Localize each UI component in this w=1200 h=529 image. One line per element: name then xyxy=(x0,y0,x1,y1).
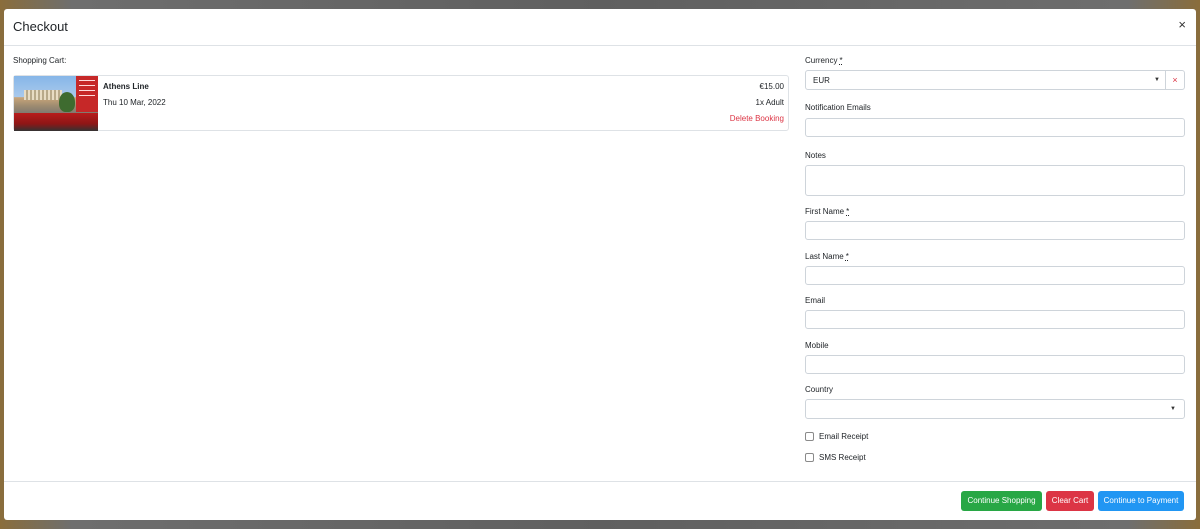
clear-cart-button[interactable]: Clear Cart xyxy=(1046,491,1094,511)
first-name-label: First Name * xyxy=(805,207,850,216)
email-label: Email xyxy=(805,296,826,305)
last-name-label: Last Name * xyxy=(805,252,849,261)
sms-receipt-checkbox[interactable] xyxy=(805,453,814,462)
chevron-down-icon: ▼ xyxy=(1170,406,1176,412)
email-receipt-row[interactable]: Email Receipt xyxy=(805,432,868,441)
clear-currency-icon[interactable]: × xyxy=(1165,71,1184,89)
required-mark: * xyxy=(846,207,850,216)
cart-item: Athens Line Thu 10 Mar, 2022 €15.00 1x A… xyxy=(13,75,789,131)
item-price: €15.00 xyxy=(759,82,784,91)
first-name-input[interactable] xyxy=(805,221,1185,240)
required-mark: * xyxy=(839,56,843,65)
country-label: Country xyxy=(805,385,834,394)
email-receipt-label: Email Receipt xyxy=(819,432,869,441)
currency-value: EUR xyxy=(813,76,830,85)
modal-title: Checkout xyxy=(13,19,68,34)
required-mark: * xyxy=(845,252,849,261)
item-quantity: 1x Adult xyxy=(755,98,784,107)
tour-photo-icon xyxy=(14,76,98,131)
chevron-down-icon: ▼ xyxy=(1154,77,1160,83)
modal-body: Shopping Cart: Athens Line Thu 10 Mar, 2… xyxy=(4,46,1196,482)
continue-shopping-button[interactable]: Continue Shopping xyxy=(961,491,1042,511)
currency-label: Currency * xyxy=(805,56,843,65)
email-receipt-checkbox[interactable] xyxy=(805,432,814,441)
cart-title: Shopping Cart: xyxy=(13,56,67,65)
notification-emails-label: Notification Emails xyxy=(805,103,871,112)
item-date: Thu 10 Mar, 2022 xyxy=(103,98,166,107)
checkout-modal: Checkout × Shopping Cart: Athens Line Th… xyxy=(4,9,1196,520)
mobile-input[interactable] xyxy=(805,355,1185,374)
last-name-input[interactable] xyxy=(805,266,1185,285)
modal-footer: Continue Shopping Clear Cart Continue to… xyxy=(4,481,1196,520)
notes-textarea[interactable] xyxy=(805,165,1185,196)
mobile-label: Mobile xyxy=(805,341,829,350)
modal-header: Checkout × xyxy=(4,9,1196,46)
currency-select[interactable]: EUR ▼ × xyxy=(805,70,1185,90)
close-icon[interactable]: × xyxy=(1178,18,1186,31)
item-name: Athens Line xyxy=(103,82,149,91)
notification-emails-input[interactable] xyxy=(805,118,1185,137)
country-select[interactable]: ▼ xyxy=(805,399,1185,419)
delete-booking-link[interactable]: Delete Booking xyxy=(730,114,784,123)
email-input[interactable] xyxy=(805,310,1185,329)
notes-label: Notes xyxy=(805,151,826,160)
sms-receipt-label: SMS Receipt xyxy=(819,453,866,462)
sms-receipt-row[interactable]: SMS Receipt xyxy=(805,453,866,462)
continue-to-payment-button[interactable]: Continue to Payment xyxy=(1098,491,1184,511)
